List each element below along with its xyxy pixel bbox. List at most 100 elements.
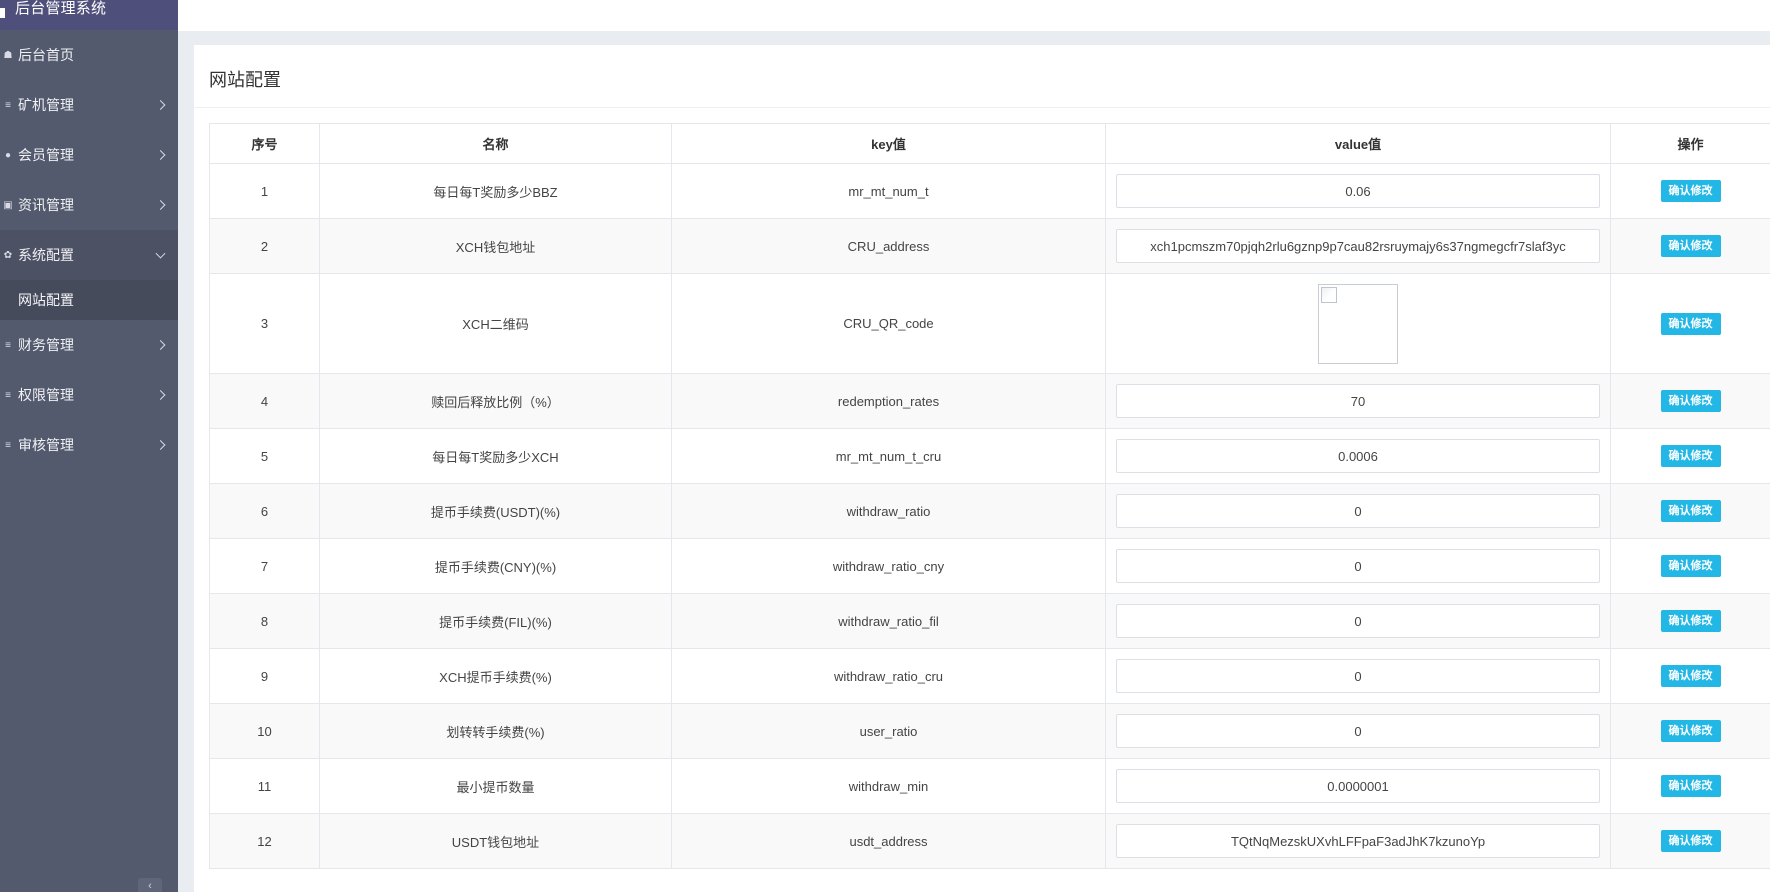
column-header-name: 名称 xyxy=(319,123,672,164)
table-row: 11最小提币数量withdraw_min 确认修改 xyxy=(209,758,1770,814)
sidebar-collapse-button[interactable]: ‹ xyxy=(138,878,162,892)
qr-code-image[interactable] xyxy=(1318,283,1398,364)
cell-key: withdraw_ratio xyxy=(671,483,1106,539)
page-title: 网站配置 xyxy=(209,70,281,90)
confirm-edit-button[interactable]: 确认修改 xyxy=(1660,500,1721,522)
cell-name: 每日每T奖励多少BBZ xyxy=(319,163,672,219)
sidebar-item-news[interactable]: ▣ 资讯管理 xyxy=(0,180,178,230)
column-header-no: 序号 xyxy=(209,123,320,164)
value-input[interactable] xyxy=(1116,549,1600,583)
cell-key: user_ratio xyxy=(671,703,1106,759)
confirm-edit-button[interactable]: 确认修改 xyxy=(1660,235,1721,257)
cell-key: mr_mt_num_t xyxy=(671,163,1106,219)
cell-name: 赎回后释放比例（%） xyxy=(319,373,672,429)
brand-icon xyxy=(0,8,5,18)
sidebar-item-label: 资讯管理 xyxy=(18,197,74,213)
cell-key: CRU_address xyxy=(671,218,1106,274)
column-header-action: 操作 xyxy=(1610,123,1770,164)
table-row: 8提币手续费(FIL)(%)withdraw_ratio_fil 确认修改 xyxy=(209,593,1770,649)
sidebar-item-review[interactable]: ≡ 审核管理 xyxy=(0,420,178,470)
table-row: 4赎回后释放比例（%）redemption_rates 确认修改 xyxy=(209,373,1770,429)
cell-value xyxy=(1105,593,1611,649)
value-input[interactable] xyxy=(1116,714,1600,748)
confirm-edit-button[interactable]: 确认修改 xyxy=(1660,720,1721,742)
cell-name: USDT钱包地址 xyxy=(319,813,672,869)
cell-key: usdt_address xyxy=(671,813,1106,869)
cell-no: 12 xyxy=(209,813,320,869)
cell-action: 确认修改 xyxy=(1610,813,1770,869)
sidebar-item-members[interactable]: ● 会员管理 xyxy=(0,130,178,180)
chevron-right-icon xyxy=(155,150,166,160)
sidebar-item-miners[interactable]: ≡ 矿机管理 xyxy=(0,80,178,130)
confirm-edit-button[interactable]: 确认修改 xyxy=(1660,390,1721,412)
sidebar-item-home[interactable]: ☗ 后台首页 xyxy=(0,30,178,80)
cell-key: redemption_rates xyxy=(671,373,1106,429)
cell-action: 确认修改 xyxy=(1610,163,1770,219)
config-table: 序号 名称 key值 value值 操作 1 每日每T奖励多少BBZ mr_mt_n… xyxy=(209,123,1770,869)
cell-name: 最小提币数量 xyxy=(319,758,672,814)
home-icon: ☗ xyxy=(3,49,13,61)
confirm-edit-button[interactable]: 确认修改 xyxy=(1660,180,1721,202)
broken-image-icon xyxy=(1321,286,1337,303)
cell-name: 提币手续费(USDT)(%) xyxy=(319,483,672,539)
cell-value xyxy=(1105,648,1611,704)
cell-value xyxy=(1105,373,1611,429)
cell-action: 确认修改 xyxy=(1610,758,1770,814)
config-panel: 网站配置 序号 名称 key值 value值 操作 1 每日每T奖励多少BBZ mr… xyxy=(194,45,1770,892)
cell-action: 确认修改 xyxy=(1610,373,1770,429)
chevron-right-icon xyxy=(155,100,166,110)
value-input[interactable] xyxy=(1116,604,1600,638)
sidebar-item-finance[interactable]: ≡ 财务管理 xyxy=(0,320,178,370)
cell-key: mr_mt_num_t_cru xyxy=(671,428,1106,484)
sidebar-item-label: 权限管理 xyxy=(18,387,74,403)
cell-action: 确认修改 xyxy=(1610,538,1770,594)
table-row: 1每日每T奖励多少BBZmr_mt_num_t 确认修改 xyxy=(209,163,1770,219)
confirm-edit-button[interactable]: 确认修改 xyxy=(1660,775,1721,797)
sidebar-subitem-site-config[interactable]: 网站配置 xyxy=(0,280,178,320)
cell-value xyxy=(1105,218,1611,274)
cell-action: 确认修改 xyxy=(1610,703,1770,759)
chevron-right-icon xyxy=(155,340,166,350)
sidebar-item-system-config[interactable]: ✿ 系统配置 xyxy=(0,230,178,280)
cell-key: withdraw_ratio_cny xyxy=(671,538,1106,594)
cell-name: XCH二维码 xyxy=(319,273,672,374)
cogs-icon: ✿ xyxy=(3,249,13,261)
sidebar-item-label: 系统配置 xyxy=(18,247,74,263)
value-input[interactable] xyxy=(1116,494,1600,528)
sidebar-item-label: 后台首页 xyxy=(18,47,74,63)
table-row: 10划转转手续费(%)user_ratio 确认修改 xyxy=(209,703,1770,759)
table-row: 9XCH提币手续费(%)withdraw_ratio_cru 确认修改 xyxy=(209,648,1770,704)
confirm-edit-button[interactable]: 确认修改 xyxy=(1660,610,1721,632)
cell-value xyxy=(1105,703,1611,759)
confirm-edit-button[interactable]: 确认修改 xyxy=(1660,830,1721,852)
cell-no: 1 xyxy=(209,163,320,219)
list-icon: ≡ xyxy=(5,439,11,451)
confirm-edit-button[interactable]: 确认修改 xyxy=(1660,555,1721,577)
confirm-edit-button[interactable]: 确认修改 xyxy=(1660,665,1721,687)
confirm-edit-button[interactable]: 确认修改 xyxy=(1660,312,1721,335)
value-input[interactable] xyxy=(1116,824,1600,858)
cell-name: 划转转手续费(%) xyxy=(319,703,672,759)
table-row: 5每日每T奖励多少XCHmr_mt_num_t_cru 确认修改 xyxy=(209,428,1770,484)
value-input[interactable] xyxy=(1116,384,1600,418)
table-row: 6提币手续费(USDT)(%)withdraw_ratio 确认修改 xyxy=(209,483,1770,539)
confirm-edit-button[interactable]: 确认修改 xyxy=(1660,445,1721,467)
cell-action: 确认修改 xyxy=(1610,648,1770,704)
chevron-right-icon xyxy=(155,200,166,210)
value-input[interactable] xyxy=(1116,659,1600,693)
cell-name: 提币手续费(CNY)(%) xyxy=(319,538,672,594)
value-input[interactable] xyxy=(1116,174,1600,208)
cell-no: 6 xyxy=(209,483,320,539)
sidebar-item-permissions[interactable]: ≡ 权限管理 xyxy=(0,370,178,420)
sidebar-menu: ☗ 后台首页 ≡ 矿机管理 ● 会员管理 ▣ 资讯管理 ✿ 系统配置 网站配置 … xyxy=(0,30,178,470)
list-icon: ≡ xyxy=(5,339,11,351)
value-input[interactable] xyxy=(1116,229,1600,263)
value-input[interactable] xyxy=(1116,769,1600,803)
cell-value xyxy=(1105,483,1611,539)
column-header-key: key值 xyxy=(671,123,1106,164)
value-input[interactable] xyxy=(1116,439,1600,473)
cell-name: 提币手续费(FIL)(%) xyxy=(319,593,672,649)
brand-title: 后台管理系统 xyxy=(15,0,107,17)
news-icon: ▣ xyxy=(3,199,13,211)
cell-key: withdraw_min xyxy=(671,758,1106,814)
